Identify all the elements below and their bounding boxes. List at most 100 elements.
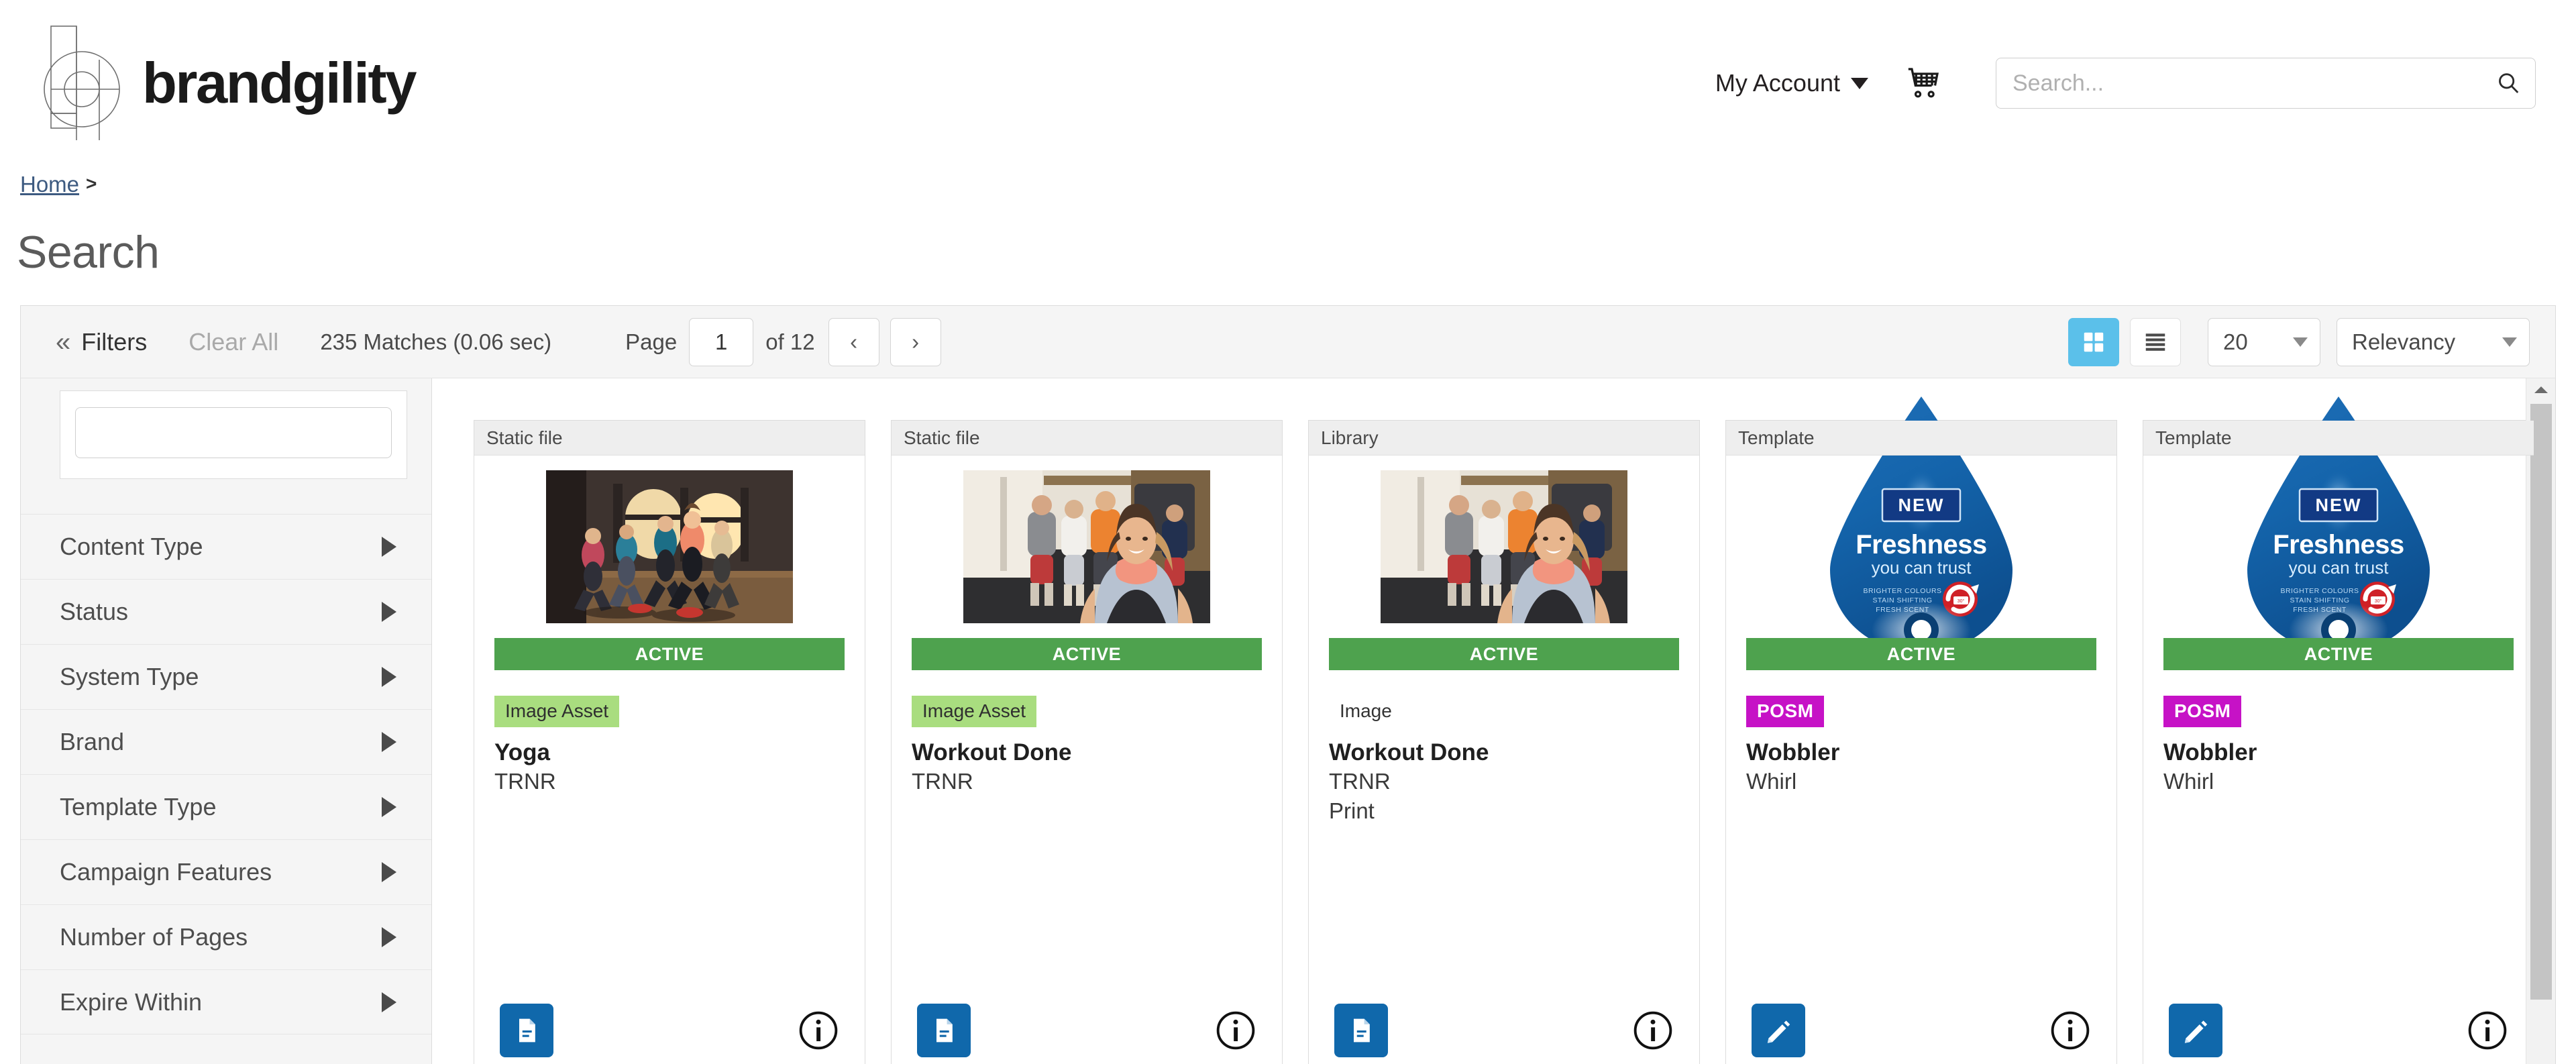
card-footer: [2143, 990, 2534, 1064]
breadcrumb: Home >: [0, 166, 2576, 201]
result-card[interactable]: Static file: [891, 420, 1283, 1064]
global-search: [1996, 58, 2536, 109]
info-circle-icon[interactable]: [1215, 1010, 1256, 1051]
card-thumbnail: [474, 456, 865, 638]
open-document-button[interactable]: [500, 1004, 553, 1057]
page-number-input[interactable]: [689, 317, 754, 366]
status-badge: ACTIVE: [912, 638, 1262, 670]
toolbar-right-group: 20 Relevancy: [2068, 317, 2530, 366]
open-document-button[interactable]: [1334, 1004, 1388, 1057]
result-card[interactable]: Static file: [474, 420, 865, 1064]
edit-template-button[interactable]: [1752, 1004, 1805, 1057]
pencil-icon: [2184, 1020, 2208, 1043]
my-account-label: My Account: [1715, 69, 1840, 97]
document-icon: [519, 1018, 535, 1043]
results-card-list: Static file ACTIVE Image Asset Yoga TRNR…: [432, 378, 2555, 1064]
brand-logo[interactable]: brandgility: [39, 22, 417, 144]
facet-system-type[interactable]: System Type: [21, 644, 431, 709]
grid-view-button[interactable]: [2068, 317, 2119, 366]
facet-content-type[interactable]: Content Type: [21, 514, 431, 579]
bg-monogram-logo-icon: [44, 25, 120, 140]
search-input[interactable]: [1996, 58, 2536, 109]
results-grid-area: Static file ACTIVE Image Asset Yoga TRNR…: [431, 378, 2555, 1064]
search-icon[interactable]: [2496, 70, 2521, 96]
info-circle-icon[interactable]: [2467, 1010, 2508, 1051]
content-type-tag: Image Asset: [494, 696, 620, 727]
facet-expire-within[interactable]: Expire Within: [21, 969, 431, 1034]
chevron-right-icon: [382, 862, 396, 882]
facet-number-of-pages[interactable]: Number of Pages: [21, 904, 431, 969]
page-label: Page: [625, 329, 678, 354]
facet-label: Expire Within: [60, 988, 203, 1016]
page-title: Search: [17, 227, 160, 278]
facet-label: Brand: [60, 728, 125, 755]
list-view-button[interactable]: [2130, 317, 2181, 366]
card-meta: POSM Wobbler Whirl: [1726, 670, 2116, 796]
clear-all-button[interactable]: Clear All: [189, 328, 278, 356]
gym-class-window-photo-icon: [546, 470, 793, 623]
edit-template-button[interactable]: [2169, 1004, 2222, 1057]
card-meta: Image Asset Workout Done TRNR: [892, 670, 1282, 796]
card-source-label: Template: [2143, 421, 2534, 456]
card-subline: TRNR: [494, 769, 556, 794]
facet-label: Content Type: [60, 533, 203, 560]
shopping-cart-icon[interactable]: [1904, 64, 1942, 102]
sort-select[interactable]: Relevancy: [2337, 317, 2530, 366]
status-badge: ACTIVE: [494, 638, 845, 670]
card-footer: [474, 990, 865, 1064]
facet-template-type[interactable]: Template Type: [21, 774, 431, 839]
card-footer: [1726, 990, 2116, 1064]
facet-brand[interactable]: Brand: [21, 709, 431, 774]
info-circle-icon[interactable]: [2049, 1010, 2091, 1051]
card-thumbnail: [2143, 456, 2534, 638]
content-type-tag: POSM: [1746, 696, 1825, 727]
grid-view-icon: [2084, 332, 2104, 352]
next-page-button[interactable]: ›: [890, 317, 941, 366]
facet-campaign-features[interactable]: Campaign Features: [21, 839, 431, 904]
panel-body: Content Type Status System Type Brand Te…: [21, 378, 2555, 1064]
status-badge: ACTIVE: [2163, 638, 2514, 670]
chevron-right-icon: [382, 537, 396, 557]
card-thumbnail: [1309, 456, 1699, 638]
result-card[interactable]: Template NEW Freshness you can trust BRI…: [2143, 396, 2534, 1064]
gym-woman-smiling-photo-icon: [1381, 470, 1627, 623]
card-title: Workout Done: [912, 739, 1072, 765]
chevron-down-icon: [2502, 337, 2517, 347]
facet-status[interactable]: Status: [21, 579, 431, 644]
gym-woman-smiling-photo-icon: [963, 470, 1210, 623]
card-subline: TRNR: [1329, 769, 1391, 794]
chevron-right-icon: [382, 927, 396, 947]
open-document-button[interactable]: [917, 1004, 971, 1057]
chevron-down-icon: [2293, 337, 2308, 347]
card-subline: Print: [1329, 798, 1375, 824]
toolbar-left-group: « Filters Clear All 235 Matches (0.06 se…: [56, 317, 952, 366]
search-results-panel: « Filters Clear All 235 Matches (0.06 se…: [20, 305, 2556, 1064]
result-card[interactable]: Template NEW Freshness you can trust BRI…: [1725, 396, 2117, 1064]
facet-search-input[interactable]: [75, 407, 392, 458]
filters-toggle-button[interactable]: Filters: [81, 328, 147, 356]
page-size-select[interactable]: 20: [2208, 317, 2320, 366]
card-footer: [1309, 990, 1699, 1064]
result-card[interactable]: Library ACTIVE Image Workout Done TRNR P…: [1308, 420, 1700, 1064]
status-badge: ACTIVE: [1329, 638, 1679, 670]
sort-value: Relevancy: [2352, 329, 2456, 354]
total-pages-label: of 12: [765, 329, 815, 354]
card-title: Workout Done: [1329, 739, 1489, 765]
breadcrumb-home-link[interactable]: Home: [20, 173, 79, 195]
my-account-menu[interactable]: My Account: [1715, 69, 1868, 97]
caret-down-icon: [1851, 77, 1868, 89]
card-title: Wobbler: [2163, 739, 2257, 765]
scroll-up-arrow-icon[interactable]: [2526, 378, 2555, 401]
prev-page-button[interactable]: ‹: [828, 317, 879, 366]
chevron-double-left-icon[interactable]: «: [56, 329, 70, 356]
card-title: Wobbler: [1746, 739, 1840, 765]
pencil-icon: [1767, 1020, 1790, 1043]
card-source-label: Static file: [892, 421, 1282, 456]
info-circle-icon[interactable]: [1632, 1010, 1674, 1051]
card-thumbnail: [1726, 456, 2116, 638]
info-circle-icon[interactable]: [798, 1010, 839, 1051]
content-type-tag: Image Asset: [912, 696, 1037, 727]
card-title: Yoga: [494, 739, 550, 765]
facet-label: Campaign Features: [60, 858, 272, 886]
header-actions: My Account: [1715, 58, 2544, 109]
